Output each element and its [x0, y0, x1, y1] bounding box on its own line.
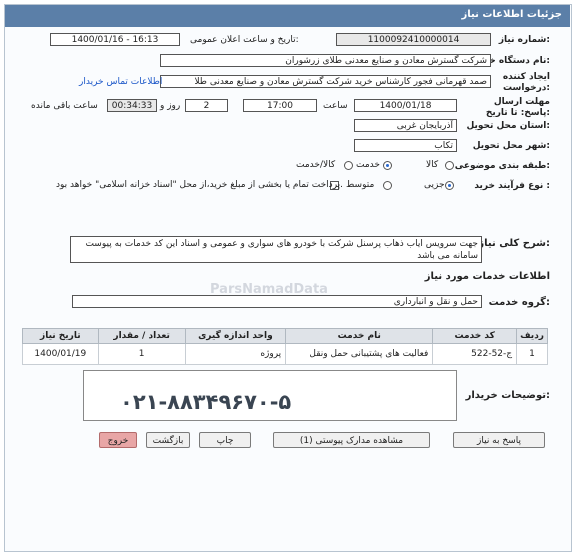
announce-field: 1400/01/16 - 16:13	[50, 33, 180, 46]
description-field: جهت سرویس ایاب ذهاب پرسنل شرکت با خودرو …	[70, 236, 482, 263]
watermark-logo: ParsNamadData	[210, 282, 328, 297]
col-code-header: کد خدمت	[432, 328, 518, 344]
description-label: شرح کلی نیاز:	[478, 238, 550, 249]
view-attachments-button[interactable]: مشاهده مدارک پیوستی (1)	[273, 432, 430, 448]
category-radio-service[interactable]	[383, 161, 392, 170]
service-group-label: گروه خدمت:	[488, 297, 550, 308]
col-unit-header: واحد اندازه گیری	[184, 328, 287, 344]
city-label: شهر محل تحویل:	[472, 141, 550, 151]
province-label: استان محل تحویل:	[466, 121, 550, 131]
province-field: آذربایجان غربی	[354, 119, 457, 132]
days-field: 2	[185, 99, 228, 112]
services-table: ردیف کد خدمت نام خدمت واحد اندازه گیری ت…	[22, 328, 548, 365]
table-row: 1 ج-52-522 فعالیت های پشتیبانی حمل ونقل …	[22, 343, 548, 365]
remaining-label: ساعت باقی مانده	[31, 101, 98, 111]
deadline-date-field: 1400/01/18	[354, 99, 457, 112]
purchase-type-label: نوع فرآیند خرید :	[474, 181, 550, 191]
print-button[interactable]: چاپ	[199, 432, 251, 448]
cell-quantity: 1	[97, 343, 186, 365]
remaining-time-field: 00:34:33	[107, 99, 157, 112]
title-bar: جزئیات اطلاعات نیاز	[5, 5, 570, 27]
purchase-option-medium: متوسط	[346, 180, 375, 190]
buyer-org-field: شرکت گسترش معادن و صنایع معدنی طلای زرشو…	[160, 54, 491, 67]
col-row-header: ردیف	[516, 328, 548, 344]
cell-code: ج-52-522	[432, 343, 518, 365]
cell-unit: پروژه	[184, 343, 287, 365]
cell-name: فعالیت های پشتیبانی حمل ونقل	[285, 343, 434, 365]
announce-label: تاریخ و ساعت اعلان عمومی:	[190, 35, 299, 45]
col-quantity-header: تعداد / مقدار	[97, 328, 186, 344]
city-field: تکاب	[354, 139, 457, 152]
services-section-title: اطلاعات خدمات مورد نیاز	[424, 271, 550, 282]
deadline-time-field: 17:00	[243, 99, 317, 112]
page-title: جزئیات اطلاعات نیاز	[461, 9, 562, 20]
days-label: روز و	[160, 101, 181, 111]
category-option-service: خدمت	[356, 160, 380, 170]
need-number-field: 1100092410000014	[336, 33, 491, 46]
need-number-label: شماره نیاز:	[498, 35, 550, 45]
payment-note: پرداخت تمام یا بخشی از مبلغ خرید،از محل …	[56, 180, 344, 190]
reply-button[interactable]: پاسخ به نیاز	[453, 432, 545, 448]
col-name-header: نام خدمت	[285, 328, 434, 344]
cell-date: 1400/01/19	[22, 343, 99, 365]
category-label: طبقه بندی موضوعی:	[454, 161, 550, 171]
cell-row: 1	[516, 343, 548, 365]
col-date-header: تاریخ نیاز	[22, 328, 99, 344]
purchase-option-minor: جزیی	[424, 180, 445, 190]
notes-phone: ۰۲۱-۸۸۳۴۹۶۷۰-۵	[120, 390, 292, 414]
creator-field: صمد قهرمانی فجور کارشناس خرید شرکت گسترش…	[160, 75, 491, 88]
purchase-radio-minor[interactable]	[445, 181, 454, 190]
contact-buyer-link[interactable]: اطلاعات تماس خریدار	[79, 77, 162, 87]
back-button[interactable]: بازگشت	[146, 432, 190, 448]
purchase-radio-medium[interactable]	[383, 181, 392, 190]
deadline-label: مهلت ارسال پاسخ: تا تاریخ:	[485, 97, 550, 118]
category-option-goods-service: کالا/خدمت	[296, 160, 336, 170]
category-option-goods: کالا	[426, 160, 439, 170]
buyer-notes-label: توضیحات خریدار:	[465, 390, 550, 401]
category-radio-goods[interactable]	[445, 161, 454, 170]
exit-button[interactable]: خروج	[99, 432, 137, 448]
category-radio-goods-service[interactable]	[344, 161, 353, 170]
hour-label: ساعت	[323, 101, 348, 111]
table-header-row: ردیف کد خدمت نام خدمت واحد اندازه گیری ت…	[22, 328, 548, 344]
